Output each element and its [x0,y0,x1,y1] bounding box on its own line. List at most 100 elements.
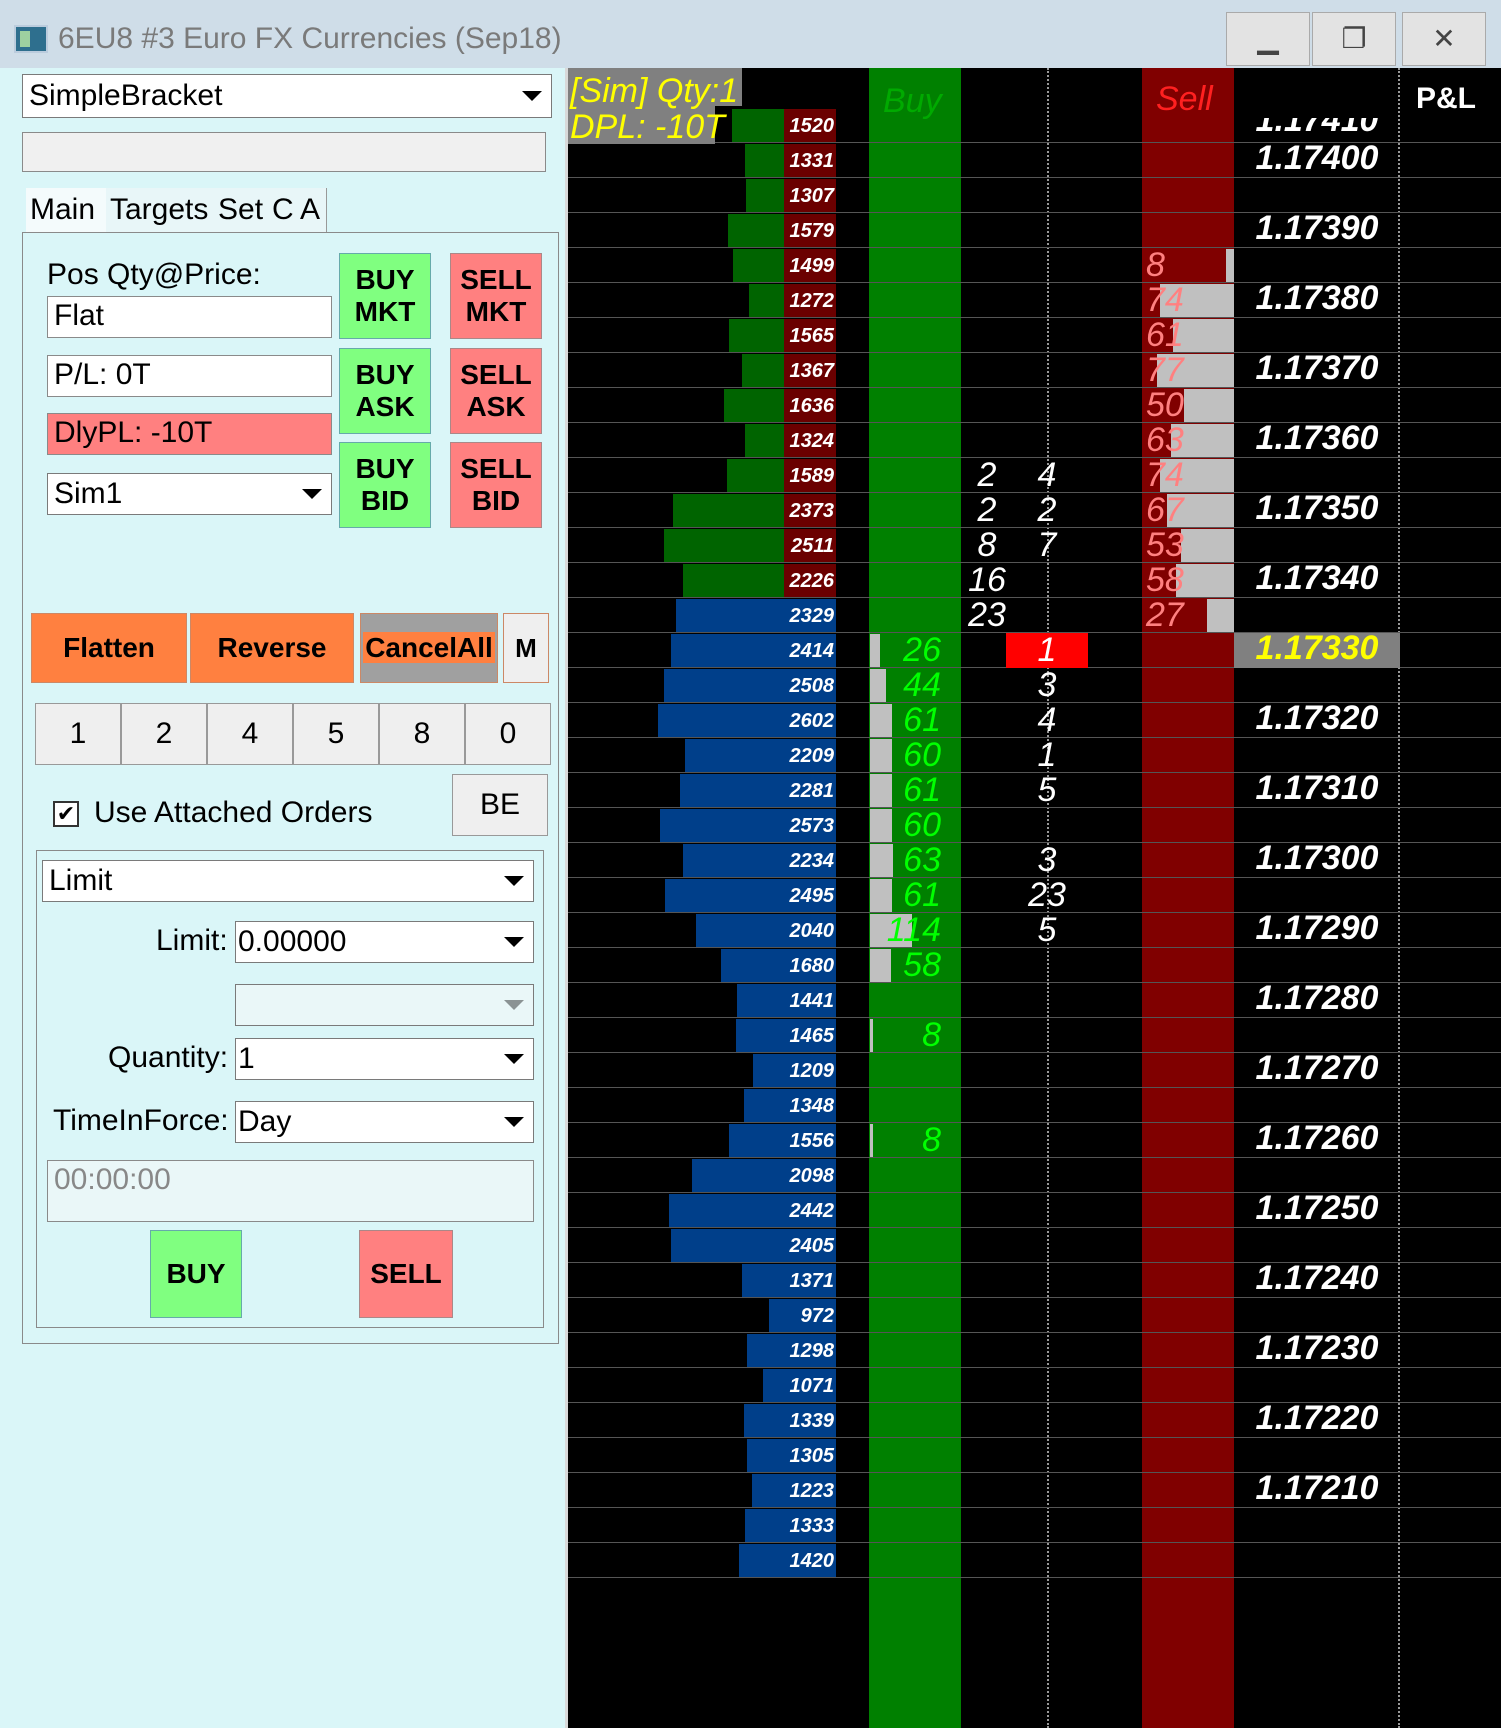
price-level[interactable]: 1.17400 [1234,139,1400,178]
price-level[interactable]: 1.17390 [1234,209,1400,248]
ask-size[interactable]: 27 [1146,596,1226,635]
row-separator [568,1542,1501,1543]
sell-button[interactable]: SELL [359,1230,453,1318]
bid-size[interactable]: 44 [869,666,941,705]
buy-header: Buy [883,82,942,120]
price-level[interactable]: 1.17270 [1234,1049,1400,1088]
buy-bid-button[interactable]: BUY BID [339,442,431,528]
bid-size[interactable]: 8 [869,1016,941,1055]
buy-button[interactable]: BUY [150,1230,242,1318]
price-level[interactable]: 1.17310 [1234,769,1400,808]
sell-bid-button[interactable]: SELL BID [450,442,542,528]
qty-button-0[interactable]: 0 [465,703,551,765]
bid-trade-volume: 7 [1037,526,1057,564]
ask-size[interactable]: 63 [1146,421,1226,460]
price-level[interactable]: 1.17290 [1234,909,1400,948]
limit-price-input[interactable]: 0.00000 [235,921,534,963]
ask-size[interactable]: 58 [1146,561,1226,600]
buy-ask-button[interactable]: BUY ASK [339,348,431,434]
close-button[interactable]: ✕ [1402,12,1486,66]
price-level[interactable]: 1.17220 [1234,1399,1400,1438]
minimize-button[interactable]: ▁ [1226,12,1310,66]
sim-qty-label: [Sim] Qty:1 [570,72,739,110]
volume-profile-bar [673,494,784,527]
ask-size[interactable]: 77 [1146,351,1226,390]
price-level[interactable]: 1.17230 [1234,1329,1400,1368]
ask-trade-volume: 2 [977,456,997,494]
atm-strategy-select[interactable]: SimpleBracket [22,74,552,118]
sell-ask-button[interactable]: SELL ASK [450,348,542,434]
order-type-select[interactable]: Limit [42,860,534,902]
tab-targets[interactable]: Targets [106,188,215,232]
ask-size[interactable]: 8 [1146,246,1226,285]
chevron-down-icon[interactable] [493,861,533,901]
volume-label: 1333 [789,1515,835,1537]
tab-c[interactable]: C [268,188,297,232]
bid-size[interactable]: 60 [869,736,941,775]
qty-button-4[interactable]: 4 [207,703,293,765]
ask-size[interactable]: 67 [1146,491,1226,530]
tif-select[interactable]: Day [235,1101,534,1143]
bid-size[interactable]: 61 [869,701,941,740]
price-level[interactable]: 1.17350 [1234,489,1400,528]
bid-trade-volume: 5 [1037,911,1057,949]
price-level[interactable]: 1.17340 [1234,559,1400,598]
chevron-down-icon[interactable] [493,1102,533,1142]
ask-size[interactable]: 50 [1146,386,1226,425]
bid-size[interactable]: 58 [869,946,941,985]
price-level[interactable]: 1.17370 [1234,349,1400,388]
ask-size[interactable]: 53 [1146,526,1226,565]
qty-button-5[interactable]: 5 [293,703,379,765]
buy-market-button[interactable]: BUY MKT [339,253,431,339]
tab-a[interactable]: A [296,188,327,232]
flatten-button[interactable]: Flatten [31,613,187,683]
breakeven-button[interactable]: BE [452,774,548,836]
ask-size[interactable]: 61 [1146,316,1226,355]
volume-label: 1499 [789,255,835,277]
qty-button-8[interactable]: 8 [379,703,465,765]
price-level[interactable]: 1.17240 [1234,1259,1400,1298]
sell-header: Sell [1156,80,1213,118]
volume-label: 1272 [789,290,835,312]
ask-size[interactable]: 74 [1146,456,1226,495]
ask-size[interactable]: 74 [1146,281,1226,320]
quantity-input[interactable]: 1 [235,1038,534,1080]
restore-button[interactable]: ❐ [1312,12,1396,66]
chevron-down-icon[interactable] [291,474,331,514]
qty-button-2[interactable]: 2 [121,703,207,765]
volume-label: 2602 [789,710,835,732]
price-level[interactable]: 1.17210 [1234,1469,1400,1508]
bid-size[interactable]: 114 [869,911,941,950]
cancel-all-button[interactable]: CancelAll [360,613,498,683]
price-level[interactable]: 1.17250 [1234,1189,1400,1228]
chevron-down-icon[interactable] [493,922,533,962]
reverse-button[interactable]: Reverse [190,613,354,683]
bid-size[interactable]: 61 [869,876,941,915]
bid-size[interactable]: 63 [869,841,941,880]
bid-size[interactable]: 26 [869,631,941,670]
price-level[interactable]: 1.17360 [1234,419,1400,458]
price-level[interactable]: 1.17320 [1234,699,1400,738]
tab-set[interactable]: Set [214,188,269,232]
account-select[interactable]: Sim1 [47,473,332,515]
time-input[interactable]: 00:00:00 [47,1160,534,1222]
pl-field: P/L: 0T [47,355,332,397]
m-button[interactable]: M [503,613,549,683]
bid-size[interactable]: 60 [869,806,941,845]
chevron-down-icon[interactable] [493,1039,533,1079]
tab-main[interactable]: Main [26,188,107,232]
sell-market-button[interactable]: SELL MKT [450,253,542,339]
bid-size[interactable]: 61 [869,771,941,810]
chevron-down-icon[interactable] [511,75,551,117]
price-level[interactable]: 1.17330 [1234,629,1400,668]
price-level[interactable]: 1.17280 [1234,979,1400,1018]
price-level[interactable]: 1.17300 [1234,839,1400,878]
bid-size[interactable]: 8 [869,1121,941,1160]
price-level[interactable]: 1.17260 [1234,1119,1400,1158]
qty-button-1[interactable]: 1 [35,703,121,765]
price-ladder[interactable]: 1520 1331 1.17400 1307 1579 1.17390 1499 8 1272 7… [568,68,1501,1728]
volume-label: 1465 [789,1025,835,1047]
price-level[interactable]: 1.17380 [1234,279,1400,318]
volume-label: 1331 [789,150,835,172]
attached-orders-checkbox[interactable]: ✔ [53,801,79,827]
